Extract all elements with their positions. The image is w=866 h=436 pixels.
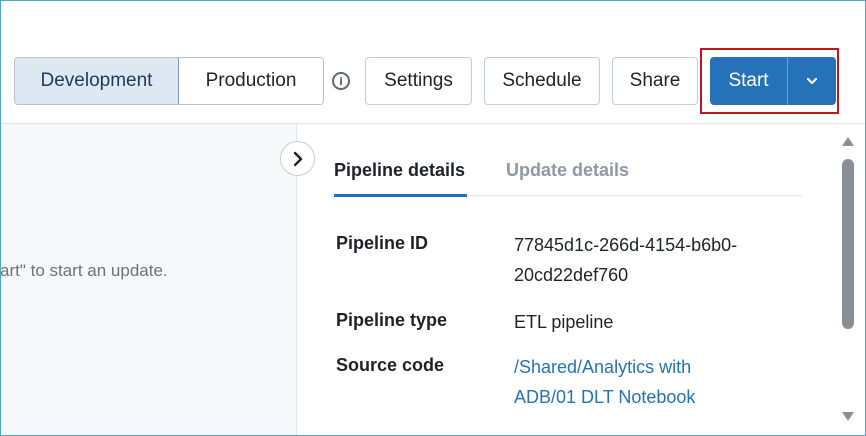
tab-pipeline-details[interactable]: Pipeline details [334, 160, 467, 197]
source-code-line2[interactable]: ADB/01 DLT Notebook [514, 382, 695, 412]
share-button[interactable]: Share [612, 57, 698, 105]
pipeline-type-value: ETL pipeline [514, 312, 614, 332]
pipeline-id-line2: 20cd22def760 [514, 265, 629, 285]
graph-pane: art" to start an update. [0, 124, 297, 436]
source-code-label: Source code [336, 355, 445, 375]
details-scrollbar[interactable] [838, 130, 858, 430]
development-mode-button[interactable]: Development [15, 58, 179, 104]
empty-state-message: art" to start an update. [0, 261, 168, 280]
pipeline-id-label: Pipeline ID [336, 233, 429, 253]
pipeline-type-label: Pipeline type [336, 310, 448, 330]
scroll-up-arrow-icon[interactable] [842, 137, 854, 146]
scroll-down-arrow-icon[interactable] [842, 412, 854, 421]
pipeline-id-line1: 77845d1c-266d-4154-b6b0- [514, 235, 738, 255]
source-code-link[interactable]: /Shared/Analytics with ADB/01 DLT Notebo… [514, 352, 695, 412]
tab-update-details[interactable]: Update details [506, 160, 629, 196]
details-pane: Pipeline details Update details Pipeline… [298, 124, 866, 436]
scrollbar-thumb[interactable] [842, 159, 854, 329]
chevron-right-icon [293, 151, 302, 166]
schedule-button[interactable]: Schedule [484, 57, 600, 105]
production-mode-button[interactable]: Production [179, 58, 323, 104]
source-code-line1[interactable]: /Shared/Analytics with [514, 352, 695, 382]
details-tabs: Pipeline details Update details [334, 160, 802, 197]
start-button-highlight [700, 48, 839, 114]
pipeline-toolbar: Development Production i Settings Schedu… [0, 0, 866, 124]
info-circle-icon[interactable]: i [332, 72, 350, 90]
pipeline-id-value: 77845d1c-266d-4154-b6b0- 20cd22def760 [514, 230, 737, 290]
settings-button[interactable]: Settings [365, 57, 472, 105]
collapse-panel-button[interactable] [280, 141, 315, 176]
mode-toggle: Development Production [14, 57, 324, 105]
